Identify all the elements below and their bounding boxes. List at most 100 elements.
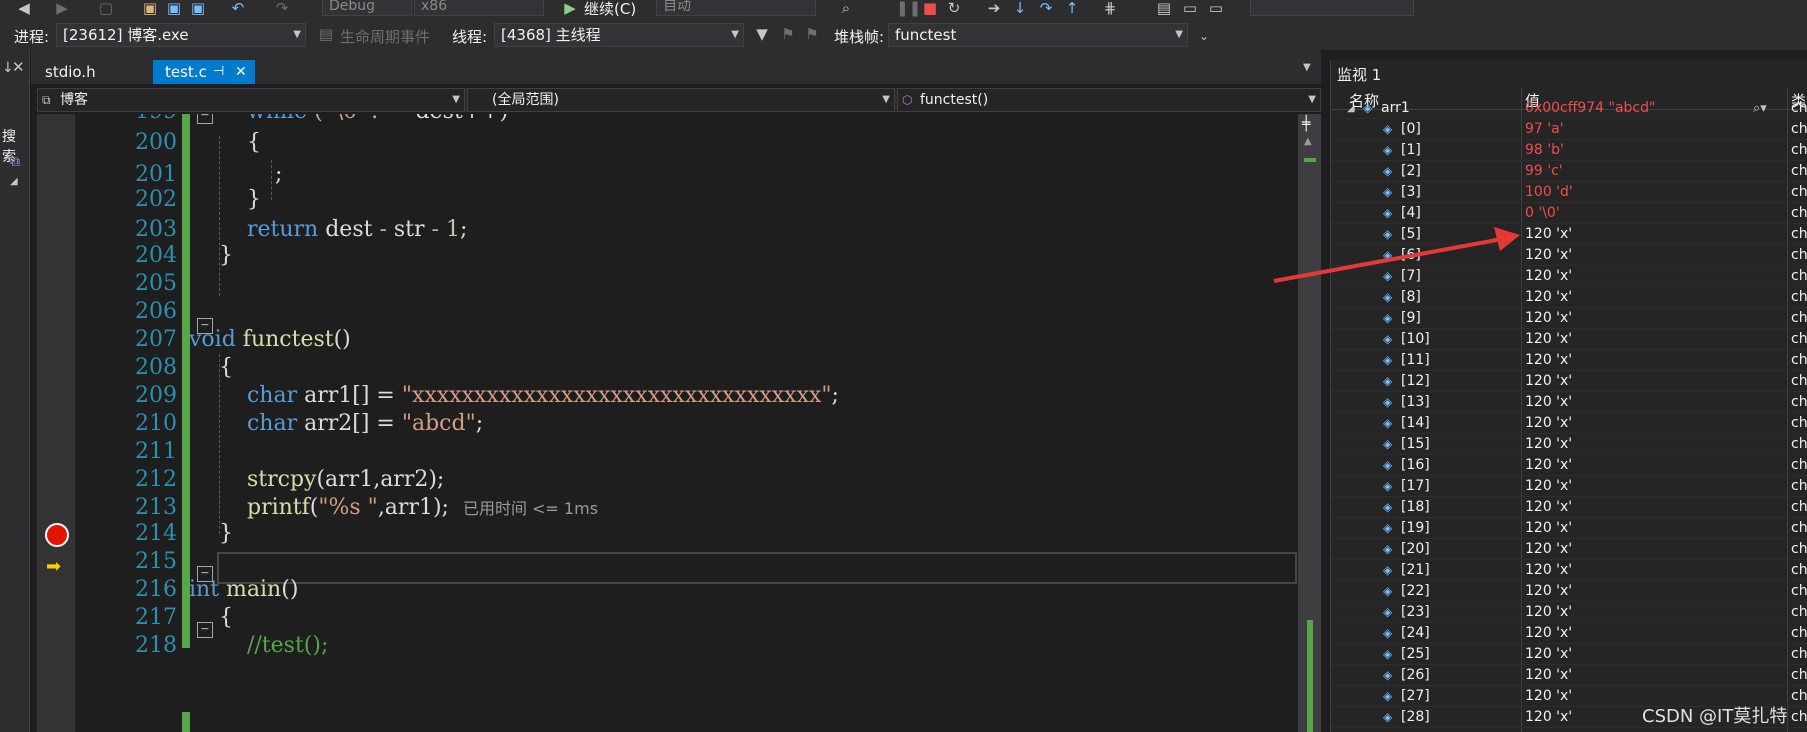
lifecycle-events-label[interactable]: 生命周期事件 <box>340 26 430 47</box>
watch-value[interactable]: 120 'x' <box>1525 560 1572 581</box>
watch-row[interactable]: ◈ [14] 120 'x' ch <box>1331 413 1807 434</box>
document-icon[interactable]: ▤ <box>1154 0 1174 18</box>
watch-value[interactable]: 120 'x' <box>1525 581 1572 602</box>
function-select[interactable]: ⬡ functest() ▼ <box>897 88 1321 112</box>
watch-value[interactable]: 0 '\0' <box>1525 203 1560 224</box>
expand-icon[interactable]: ◢ <box>10 176 18 187</box>
watch-row[interactable]: ◈ [25] 120 'x' ch <box>1331 644 1807 665</box>
watch-row[interactable]: ◈ [22] 120 'x' ch <box>1331 581 1807 602</box>
watch-value[interactable]: 120 'x' <box>1525 308 1572 329</box>
watch-value[interactable]: 120 'x' <box>1525 476 1572 497</box>
lifecycle-events-icon[interactable]: ▤ <box>316 26 336 44</box>
continue-icon[interactable]: ▶ <box>560 0 580 18</box>
watch-row[interactable]: ◈ [11] 120 'x' ch <box>1331 350 1807 371</box>
tab-list-dropdown-icon[interactable]: ▼ <box>1303 62 1311 73</box>
back-icon[interactable]: ◀ <box>14 0 34 18</box>
breakpoint-icon[interactable] <box>45 523 69 547</box>
watch-row[interactable]: ◈ [15] 120 'x' ch <box>1331 434 1807 455</box>
magnifier-icon[interactable]: ⌕▾ <box>1753 98 1767 119</box>
watch-value[interactable]: 99 'c' <box>1525 161 1563 182</box>
tab-stdio-h[interactable]: stdio.h <box>33 60 143 84</box>
auto-select[interactable]: 自动 <box>656 0 816 16</box>
watch-value[interactable]: 120 'x' <box>1525 455 1572 476</box>
pin-icon[interactable]: ⊣ <box>213 60 224 84</box>
watch-value[interactable]: 120 'x' <box>1525 644 1572 665</box>
save-icon[interactable]: ▣ <box>164 0 184 18</box>
watch-value[interactable]: 120 'x' <box>1525 371 1572 392</box>
platform-select[interactable]: x86 <box>414 0 544 16</box>
scope-select[interactable]: (全局范围) ▼ <box>467 88 895 112</box>
new-file-icon[interactable]: ▢ <box>96 0 116 18</box>
watch-row[interactable]: ◈ [4] 0 '\0' ch <box>1331 203 1807 224</box>
watch-value[interactable]: 120 'x' <box>1525 623 1572 644</box>
collapse-arrow-icon[interactable]: ◢ <box>1347 98 1355 119</box>
watch-row[interactable]: ◈ [16] 120 'x' ch <box>1331 455 1807 476</box>
thread-select[interactable]: [4368] 主线程 ▼ <box>494 23 744 47</box>
forward-icon[interactable]: ▶ <box>52 0 72 18</box>
watch-row[interactable]: ◈ [26] 120 'x' ch <box>1331 665 1807 686</box>
tab-test-c[interactable]: test.c ⊣ ✕ <box>153 60 255 84</box>
configuration-select[interactable]: Debug <box>322 0 412 16</box>
watch-row[interactable]: ◈ [3] 100 'd' ch <box>1331 182 1807 203</box>
watch-row[interactable]: ◈ [19] 120 'x' ch <box>1331 518 1807 539</box>
watch-row[interactable]: ◈ [12] 120 'x' ch <box>1331 371 1807 392</box>
open-folder-icon[interactable]: ▣ <box>140 0 160 18</box>
watch-value[interactable]: 120 'x' <box>1525 329 1572 350</box>
watch-value[interactable]: 97 'a' <box>1525 119 1564 140</box>
watch-value[interactable]: 120 'x' <box>1525 350 1572 371</box>
watch-value[interactable]: 120 'x' <box>1525 392 1572 413</box>
watch-row[interactable]: ◈ [1] 98 'b' ch <box>1331 140 1807 161</box>
watch-value[interactable]: 120 'x' <box>1525 665 1572 686</box>
toolbar-search-box[interactable] <box>1250 0 1414 16</box>
watch-value[interactable]: 120 'x' <box>1525 539 1572 560</box>
watch-value[interactable]: 98 'b' <box>1525 140 1564 161</box>
close-icon[interactable]: ✕ <box>12 58 25 76</box>
collapse-icon[interactable]: − <box>197 114 213 124</box>
save-all-icon[interactable]: ▣ <box>188 0 208 18</box>
project-select[interactable]: ⧉ 博客 ▼ <box>37 88 465 112</box>
find-icon[interactable]: ⌕ <box>836 0 856 18</box>
flag-icon[interactable]: ⚑ <box>778 26 798 44</box>
watch-value[interactable]: 120 'x' <box>1525 413 1572 434</box>
watch-row[interactable]: ◈ [23] 120 'x' ch <box>1331 602 1807 623</box>
watch-row[interactable]: ◈ [18] 120 'x' ch <box>1331 497 1807 518</box>
show-next-statement-icon[interactable]: ➔ <box>984 0 1004 18</box>
editor-vertical-scrollbar[interactable]: ╪ ▲ <box>1298 114 1321 732</box>
glyph-margin[interactable] <box>37 114 75 732</box>
step-over-icon[interactable]: ↷ <box>1036 0 1056 18</box>
perf-tip[interactable]: 已用时间 <= 1ms <box>463 499 598 518</box>
watch-row[interactable]: ◈ [17] 120 'x' ch <box>1331 476 1807 497</box>
comment-icon[interactable]: ▭ <box>1180 0 1200 18</box>
watch-value[interactable]: 120 'x' <box>1525 518 1572 539</box>
overflow-icon[interactable]: ⌄ <box>1194 28 1214 46</box>
watch-value[interactable]: 100 'd' <box>1525 182 1573 203</box>
flag-thread-icon[interactable]: ⚑ <box>802 26 822 44</box>
watch-row-root[interactable]: ◢ ◈ arr1 0x00cff974 "abcd" ⌕▾ ch <box>1331 98 1807 119</box>
filter-icon[interactable]: ▼ <box>752 26 772 44</box>
watch-value[interactable]: 120 'x' <box>1525 707 1572 728</box>
watch-row[interactable]: ◈ [21] 120 'x' ch <box>1331 560 1807 581</box>
watch-value[interactable]: 0x00cff974 "abcd" <box>1525 98 1655 119</box>
watch-row[interactable]: ◈ [9] 120 'x' ch <box>1331 308 1807 329</box>
watch-value[interactable]: 120 'x' <box>1525 497 1572 518</box>
scroll-up-icon[interactable]: ▲ <box>1304 136 1312 147</box>
watch-row[interactable]: ◈ [2] 99 'c' ch <box>1331 161 1807 182</box>
stackframe-select[interactable]: functest ▼ <box>888 23 1188 47</box>
continue-button[interactable]: 继续(C) <box>584 0 636 19</box>
collapse-icon[interactable]: − <box>197 622 213 638</box>
uncomment-icon[interactable]: ▭ <box>1206 0 1226 18</box>
watch-row[interactable]: ◈ [10] 120 'x' ch <box>1331 329 1807 350</box>
watch-value[interactable]: 120 'x' <box>1525 686 1572 707</box>
watch-value[interactable]: 120 'x' <box>1525 602 1572 623</box>
pause-icon[interactable]: ❚❚ <box>896 0 921 18</box>
solution-explorer-icon[interactable]: ⧉ <box>10 154 20 170</box>
split-icon[interactable]: ╪ <box>1302 116 1310 132</box>
code-editor[interactable]: ➡ 19920020120220320420520620720820921021… <box>37 114 1298 732</box>
step-out-icon[interactable]: ↑ <box>1062 0 1082 18</box>
undo-icon[interactable]: ↶ <box>228 0 248 18</box>
close-icon[interactable]: ✕ <box>235 60 247 84</box>
process-select[interactable]: [23612] 博客.exe ▼ <box>56 23 306 47</box>
watch-row[interactable]: ◈ [13] 120 'x' ch <box>1331 392 1807 413</box>
watch-row[interactable]: ◈ [0] 97 'a' ch <box>1331 119 1807 140</box>
restart-icon[interactable]: ↻ <box>944 0 964 18</box>
